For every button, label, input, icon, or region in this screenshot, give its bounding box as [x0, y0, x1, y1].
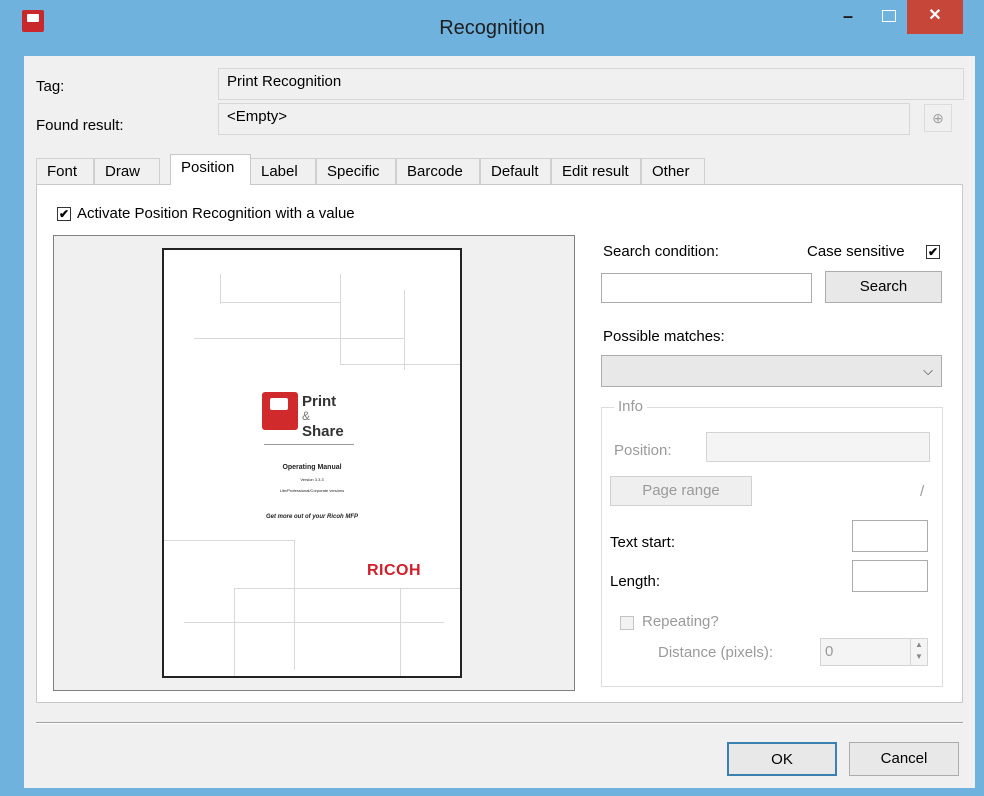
brand-print: Print [302, 393, 337, 410]
position-label: Position: [614, 442, 672, 459]
page-range-button: Page range [610, 476, 752, 506]
decor-line [220, 274, 221, 304]
decor-line [400, 588, 401, 676]
brand-underline [264, 444, 354, 445]
tab-font[interactable]: Font [36, 158, 94, 184]
tab-other[interactable]: Other [641, 158, 705, 184]
found-result-field: <Empty> [218, 103, 910, 135]
repeating-checkbox [620, 616, 634, 630]
preview-page: Print & Share Operating Manual Version 3… [162, 248, 462, 678]
distance-value: 0 [825, 643, 834, 660]
case-sensitive-label: Case sensitive [807, 243, 905, 260]
info-group: Info Position: Page range / Text start: … [601, 398, 943, 687]
text-start-input[interactable] [852, 520, 928, 552]
print-share-logo [262, 392, 298, 430]
text-start-label: Text start: [610, 534, 676, 551]
distance-label: Distance (pixels): [658, 644, 774, 661]
tab-draw[interactable]: Draw [94, 158, 160, 184]
decor-line [294, 540, 295, 670]
doc-tagline: Get more out of your Ricoh MFP [265, 514, 358, 520]
distance-stepper: 0 ▲ ▼ [820, 638, 928, 666]
doc-editions: Lite/Professional/Corporate versions [279, 488, 345, 493]
minimize-button[interactable]: – [825, 0, 871, 34]
tab-barcode[interactable]: Barcode [396, 158, 480, 184]
decor-line [340, 364, 460, 365]
doc-version: Version 3.3.3 [300, 477, 324, 482]
search-condition-input[interactable] [601, 273, 812, 303]
decor-line [404, 290, 405, 370]
stepper-arrows-icon: ▲ ▼ [910, 639, 927, 665]
title-bar[interactable]: Recognition – ✕ [0, 0, 984, 56]
activate-checkbox[interactable]: ✔ [57, 207, 71, 221]
length-input[interactable] [852, 560, 928, 592]
close-button[interactable]: ✕ [907, 0, 963, 34]
decor-line [234, 588, 460, 589]
found-result-label: Found result: [36, 117, 124, 134]
ricoh-logo: RICOH [367, 562, 422, 579]
cancel-button[interactable]: Cancel [849, 742, 959, 776]
doc-brand: Print & Share [302, 394, 344, 439]
page-range-separator: / [920, 483, 925, 500]
footer-separator [36, 722, 963, 724]
activate-label: Activate Position Recognition with a val… [77, 205, 355, 222]
search-button[interactable]: Search [825, 271, 942, 303]
brand-amp: & [302, 409, 311, 423]
tab-label[interactable]: Label [250, 158, 316, 184]
position-field [706, 432, 930, 462]
length-label: Length: [610, 573, 661, 590]
tab-default[interactable]: Default [480, 158, 551, 184]
position-tab-panel: ✔ Activate Position Recognition with a v… [36, 184, 963, 703]
case-sensitive-checkbox[interactable]: ✔ [926, 245, 940, 259]
search-condition-label: Search condition: [603, 243, 719, 260]
tab-specific[interactable]: Specific [316, 158, 396, 184]
decor-line [184, 622, 444, 623]
decor-line [220, 302, 340, 303]
possible-matches-label: Possible matches: [603, 328, 725, 345]
tag-field: Print Recognition [218, 68, 964, 100]
brand-share: Share [302, 423, 344, 440]
maximize-button[interactable] [866, 0, 912, 34]
decor-line [234, 588, 235, 676]
info-group-title: Info [614, 398, 648, 415]
doc-heading: Operating Manual [282, 464, 342, 471]
decor-line [194, 338, 404, 339]
chevron-down-icon: ⌵ [923, 363, 933, 378]
dialog-client: Tag: Print Recognition Found result: <Em… [24, 56, 975, 788]
possible-matches-select[interactable]: ⌵ [601, 355, 942, 387]
decor-line [340, 274, 341, 364]
decor-line [164, 540, 294, 541]
repeating-label: Repeating? [642, 613, 719, 630]
tag-label: Tag: [36, 78, 65, 95]
document-preview[interactable]: Print & Share Operating Manual Version 3… [53, 235, 575, 691]
zoom-icon[interactable]: ⊕ [924, 104, 952, 132]
tab-edit-result[interactable]: Edit result [551, 158, 641, 184]
tab-position[interactable]: Position [170, 154, 251, 185]
ok-button[interactable]: OK [727, 742, 837, 776]
recognition-dialog: Recognition – ✕ Tag: Print Recognition F… [0, 0, 984, 796]
